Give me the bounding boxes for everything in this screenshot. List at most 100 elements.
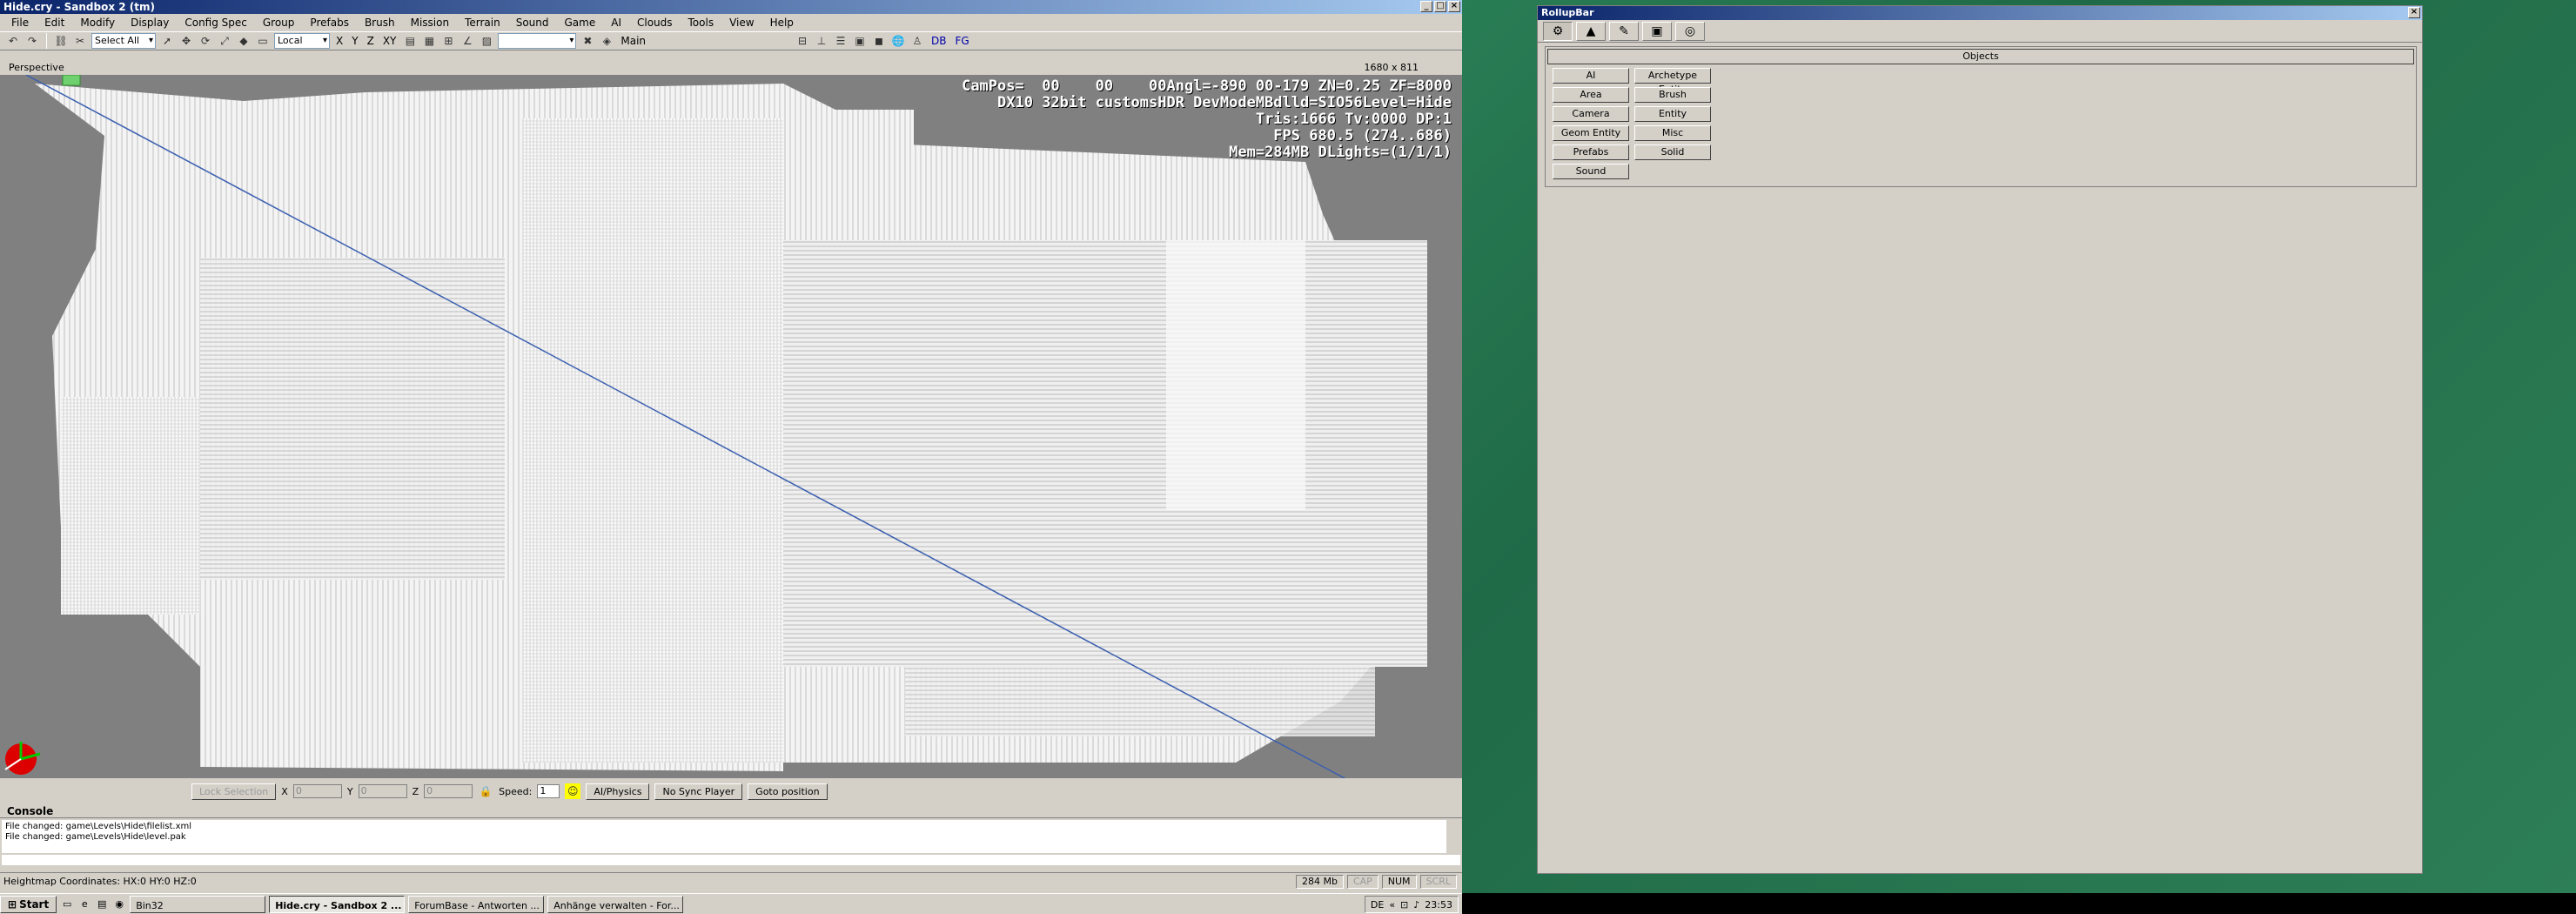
tray-expand-icon[interactable]: «: [1389, 899, 1395, 911]
maximize-button[interactable]: □: [1434, 1, 1446, 12]
align-icon[interactable]: ⊟: [795, 33, 810, 49]
goto-position-button[interactable]: Goto position: [748, 783, 828, 800]
no-sync-player-button[interactable]: No Sync Player: [654, 783, 743, 800]
layer-icon[interactable]: ◈: [599, 33, 614, 49]
lock-icon[interactable]: 🔒: [478, 783, 493, 799]
task-forumbase[interactable]: ForumBase - Antworten ...: [408, 895, 545, 913]
object-misc-button[interactable]: Misc: [1634, 125, 1711, 141]
material-icon[interactable]: ▨: [479, 33, 494, 49]
named-selection-dropdown[interactable]: [498, 33, 577, 49]
menu-game[interactable]: Game: [557, 17, 604, 29]
object-archetype-entity-button[interactable]: Archetype Entity: [1634, 68, 1711, 95]
z-coordinate-field[interactable]: 0: [424, 784, 473, 798]
menu-config-spec[interactable]: Config Spec: [177, 17, 255, 29]
database-button[interactable]: DB: [929, 35, 949, 47]
x-coordinate-field[interactable]: 0: [292, 784, 342, 798]
menu-ai[interactable]: AI: [603, 17, 629, 29]
move-icon[interactable]: ✥: [178, 33, 194, 49]
menu-prefabs[interactable]: Prefabs: [302, 17, 357, 29]
network-icon[interactable]: ⊡: [1400, 899, 1408, 911]
drop-to-ground-icon[interactable]: ⊥: [814, 33, 829, 49]
object-entity-button[interactable]: Entity: [1634, 106, 1711, 122]
internet-explorer-icon[interactable]: e: [77, 897, 91, 911]
delete-selection-icon[interactable]: ✖: [580, 33, 595, 49]
redo-icon[interactable]: ↷: [24, 33, 40, 49]
task-attachments[interactable]: Anhänge verwalten - For...: [547, 895, 684, 913]
show-desktop-icon[interactable]: ▭: [60, 897, 74, 911]
ai-physics-button[interactable]: AI/Physics: [586, 783, 650, 800]
task-bin32[interactable]: Bin32: [130, 895, 266, 913]
console-output[interactable]: File changed: game\Levels\Hide\filelist.…: [2, 820, 1446, 853]
menu-file[interactable]: File: [3, 17, 37, 29]
axis-x-button[interactable]: X: [333, 35, 345, 47]
objects-tab-icon[interactable]: ⚙: [1543, 21, 1573, 41]
selection-filter-dropdown[interactable]: Select All: [91, 33, 156, 49]
speed-field[interactable]: 1: [537, 784, 560, 798]
unlink-icon[interactable]: ✂: [72, 33, 88, 49]
character-icon[interactable]: ♙: [909, 33, 925, 49]
task-sandbox-editor[interactable]: Hide.cry - Sandbox 2 ...: [269, 895, 406, 913]
rollup-title-bar[interactable]: RollupBar ×: [1538, 6, 2422, 20]
select-cursor-icon[interactable]: ➚: [159, 33, 175, 49]
layers-tab-icon[interactable]: ◎: [1675, 21, 1705, 41]
select-terrain-icon[interactable]: ◆: [236, 33, 252, 49]
menu-view[interactable]: View: [721, 17, 761, 29]
flowgraph-button[interactable]: FG: [953, 35, 972, 47]
render-toggle-icon[interactable]: ◼: [871, 33, 887, 49]
viewport-label[interactable]: Perspective: [9, 62, 64, 73]
start-button[interactable]: ⊞ Start: [0, 895, 57, 913]
angle-snap-icon[interactable]: ∠: [460, 33, 475, 49]
y-coordinate-field[interactable]: 0: [358, 784, 407, 798]
globe-icon[interactable]: 🌐: [890, 33, 906, 49]
close-button[interactable]: ×: [1448, 1, 1460, 12]
language-indicator[interactable]: DE: [1371, 899, 1384, 911]
menu-display[interactable]: Display: [123, 17, 177, 29]
link-icon[interactable]: ⛓: [53, 33, 69, 49]
menu-group[interactable]: Group: [255, 17, 303, 29]
menu-brush[interactable]: Brush: [357, 17, 403, 29]
folder-icon[interactable]: ▤: [95, 897, 109, 911]
grid-snap-icon[interactable]: ▦: [421, 33, 437, 49]
layer-name[interactable]: Main: [618, 35, 648, 47]
rect-select-icon[interactable]: ▭: [255, 33, 271, 49]
axis-z-button[interactable]: Z: [365, 35, 377, 47]
volume-icon[interactable]: ♪: [1413, 899, 1419, 911]
menu-modify[interactable]: Modify: [72, 17, 123, 29]
object-brush-button[interactable]: Brush: [1634, 87, 1711, 103]
menu-mission[interactable]: Mission: [403, 17, 457, 29]
firefox-icon[interactable]: ◉: [112, 897, 126, 911]
object-ai-button[interactable]: AI: [1553, 68, 1629, 84]
perspective-viewport[interactable]: CamPos= 00 00 00Angl=-890 00-179 ZN=0.25…: [0, 75, 1462, 778]
sync-camera-icon[interactable]: ☺: [565, 783, 581, 799]
rotate-icon[interactable]: ⟳: [198, 33, 213, 49]
display-tab-icon[interactable]: ▣: [1642, 21, 1672, 41]
scale-icon[interactable]: ⤢: [217, 33, 232, 49]
menu-sound[interactable]: Sound: [508, 17, 557, 29]
menu-edit[interactable]: Edit: [37, 17, 72, 29]
menu-tools[interactable]: Tools: [681, 17, 722, 29]
modeling-tab-icon[interactable]: ✎: [1609, 21, 1639, 41]
menu-help[interactable]: Help: [762, 17, 802, 29]
object-sound-button[interactable]: Sound: [1553, 164, 1629, 179]
axis-xy-button[interactable]: XY: [380, 35, 399, 47]
minimize-button[interactable]: _: [1420, 1, 1432, 12]
object-area-button[interactable]: Area: [1553, 87, 1629, 103]
object-geom-entity-button[interactable]: Geom Entity: [1553, 125, 1629, 141]
object-list-icon[interactable]: ☰: [833, 33, 849, 49]
coord-system-dropdown[interactable]: Local: [274, 33, 330, 49]
console-input[interactable]: [2, 855, 1460, 865]
grid-settings-icon[interactable]: ⊞: [440, 33, 456, 49]
object-camera-button[interactable]: Camera: [1553, 106, 1629, 122]
menu-terrain[interactable]: Terrain: [457, 17, 508, 29]
terrain-tab-icon[interactable]: ▲: [1576, 21, 1606, 41]
camera-speed-icon[interactable]: ▣: [852, 33, 868, 49]
axis-y-button[interactable]: Y: [349, 35, 360, 47]
object-prefabs-button[interactable]: Prefabs: [1553, 144, 1629, 160]
rollup-close-button[interactable]: ×: [2408, 7, 2420, 18]
objects-panel-header[interactable]: Objects: [1547, 49, 2414, 64]
lock-selection-button[interactable]: Lock Selection: [191, 783, 277, 800]
editor-title-bar[interactable]: Hide.cry - Sandbox 2 (tm) _ □ ×: [0, 0, 1462, 14]
object-solid-button[interactable]: Solid: [1634, 144, 1711, 160]
undo-icon[interactable]: ↶: [5, 33, 21, 49]
terrain-snap-icon[interactable]: ▤: [402, 33, 418, 49]
